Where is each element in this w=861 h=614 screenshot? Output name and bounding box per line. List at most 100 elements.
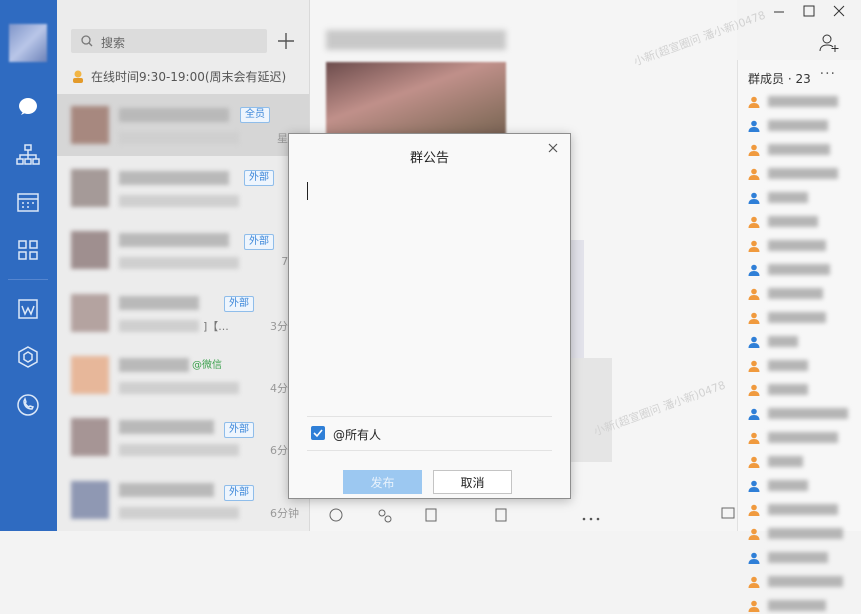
status-badge: 外部 <box>244 234 274 250</box>
text-caret <box>307 182 308 200</box>
member-item[interactable] <box>748 406 858 422</box>
member-icon <box>748 552 760 564</box>
close-icon[interactable] <box>830 4 848 18</box>
member-icon <box>748 288 760 300</box>
list-item[interactable]: 外部 8/ <box>57 157 309 219</box>
member-icon <box>748 144 760 156</box>
member-name <box>768 384 808 395</box>
member-item[interactable] <box>748 454 858 470</box>
member-name <box>768 144 830 155</box>
members-header: 群成员 · 23 <box>748 72 811 86</box>
announcement-editor[interactable] <box>307 180 551 410</box>
conversation-snippet <box>119 507 239 519</box>
member-item[interactable] <box>748 94 858 110</box>
calendar-icon[interactable] <box>16 190 40 214</box>
member-item[interactable] <box>748 334 858 350</box>
notice-text: 在线时间9:30-19:00(周末会有延迟) <box>91 70 287 84</box>
member-name <box>768 312 826 323</box>
member-item[interactable] <box>748 310 858 326</box>
list-item[interactable]: @微信 4分钟 <box>57 344 309 406</box>
member-name <box>768 192 808 203</box>
member-item[interactable] <box>748 502 858 518</box>
member-item[interactable] <box>748 526 858 542</box>
status-badge: 外部 <box>224 296 254 312</box>
phone-icon[interactable] <box>16 393 40 417</box>
online-hours-notice: 在线时间9:30-19:00(周末会有延迟) <box>71 68 286 85</box>
org-icon[interactable] <box>16 143 40 167</box>
member-item[interactable] <box>748 118 858 134</box>
member-item[interactable] <box>748 550 858 566</box>
member-item[interactable] <box>748 430 858 446</box>
member-item[interactable] <box>748 358 858 374</box>
conversation-name <box>119 420 214 434</box>
add-icon[interactable] <box>275 30 297 52</box>
member-icon <box>748 192 760 204</box>
publish-button[interactable]: 发布 <box>343 470 422 494</box>
member-name <box>768 576 843 587</box>
conversation-name <box>119 108 229 122</box>
member-item[interactable] <box>748 598 858 614</box>
member-item[interactable] <box>748 382 858 398</box>
member-item[interactable] <box>748 574 858 590</box>
user-avatar[interactable] <box>9 24 47 62</box>
member-item[interactable] <box>748 190 858 206</box>
list-item[interactable]: 外部 6分钟 <box>57 406 309 468</box>
conversation-snippet-text: ]【... <box>203 320 229 333</box>
dialog-title: 群公告 <box>409 151 449 166</box>
member-icon <box>748 528 760 540</box>
member-item[interactable] <box>748 142 858 158</box>
member-icon <box>748 240 760 252</box>
maximize-icon[interactable] <box>800 4 818 18</box>
apps-icon[interactable] <box>16 238 40 262</box>
member-name <box>768 264 830 275</box>
conversation-snippet <box>119 382 239 394</box>
doc-icon[interactable] <box>16 297 40 321</box>
mention-all-label[interactable]: @所有人 <box>333 426 381 443</box>
hex-icon[interactable] <box>16 345 40 369</box>
wechat-badge: @微信 <box>192 360 222 371</box>
member-icon <box>748 600 760 612</box>
chat-icon[interactable] <box>16 95 40 119</box>
search-icon <box>81 35 93 47</box>
search-input[interactable]: 搜索 <box>101 34 125 51</box>
member-item[interactable] <box>748 478 858 494</box>
member-icon <box>748 360 760 372</box>
close-icon[interactable] <box>546 141 560 155</box>
chat-title <box>326 30 506 50</box>
avatar <box>71 418 109 456</box>
member-icon <box>748 384 760 396</box>
member-name <box>768 96 838 107</box>
member-icon <box>748 432 760 444</box>
status-badge: 外部 <box>224 485 254 501</box>
add-member-icon[interactable] <box>818 32 840 54</box>
more-icon[interactable]: ··· <box>820 66 836 82</box>
conversation-snippet <box>119 195 239 207</box>
conversation-name <box>119 483 214 497</box>
list-item[interactable]: 外部 7/1 <box>57 219 309 281</box>
member-item[interactable] <box>748 166 858 182</box>
toolbar-icons[interactable] <box>326 505 736 525</box>
minimize-icon[interactable] <box>770 4 788 18</box>
member-name <box>768 216 818 227</box>
member-item[interactable] <box>748 214 858 230</box>
member-item[interactable] <box>748 262 858 278</box>
member-icon <box>748 168 760 180</box>
cancel-button[interactable]: 取消 <box>433 470 512 494</box>
member-icon <box>748 576 760 588</box>
member-name <box>768 408 848 419</box>
chat-card <box>570 240 584 360</box>
list-item[interactable]: 外部 ]【... 3分钟 <box>57 282 309 344</box>
member-name <box>768 120 828 131</box>
list-item[interactable]: 外部 6分钟 <box>57 469 309 531</box>
member-name <box>768 480 808 491</box>
nav-separator <box>8 279 48 280</box>
list-item[interactable]: 全员 星期 <box>57 94 309 156</box>
conversation-name <box>119 358 189 372</box>
member-name <box>768 552 828 563</box>
member-item[interactable] <box>748 238 858 254</box>
divider <box>307 450 552 451</box>
member-name <box>768 432 838 443</box>
mention-all-checkbox[interactable] <box>311 426 325 440</box>
search-box[interactable]: 搜索 <box>71 29 267 53</box>
member-item[interactable] <box>748 286 858 302</box>
